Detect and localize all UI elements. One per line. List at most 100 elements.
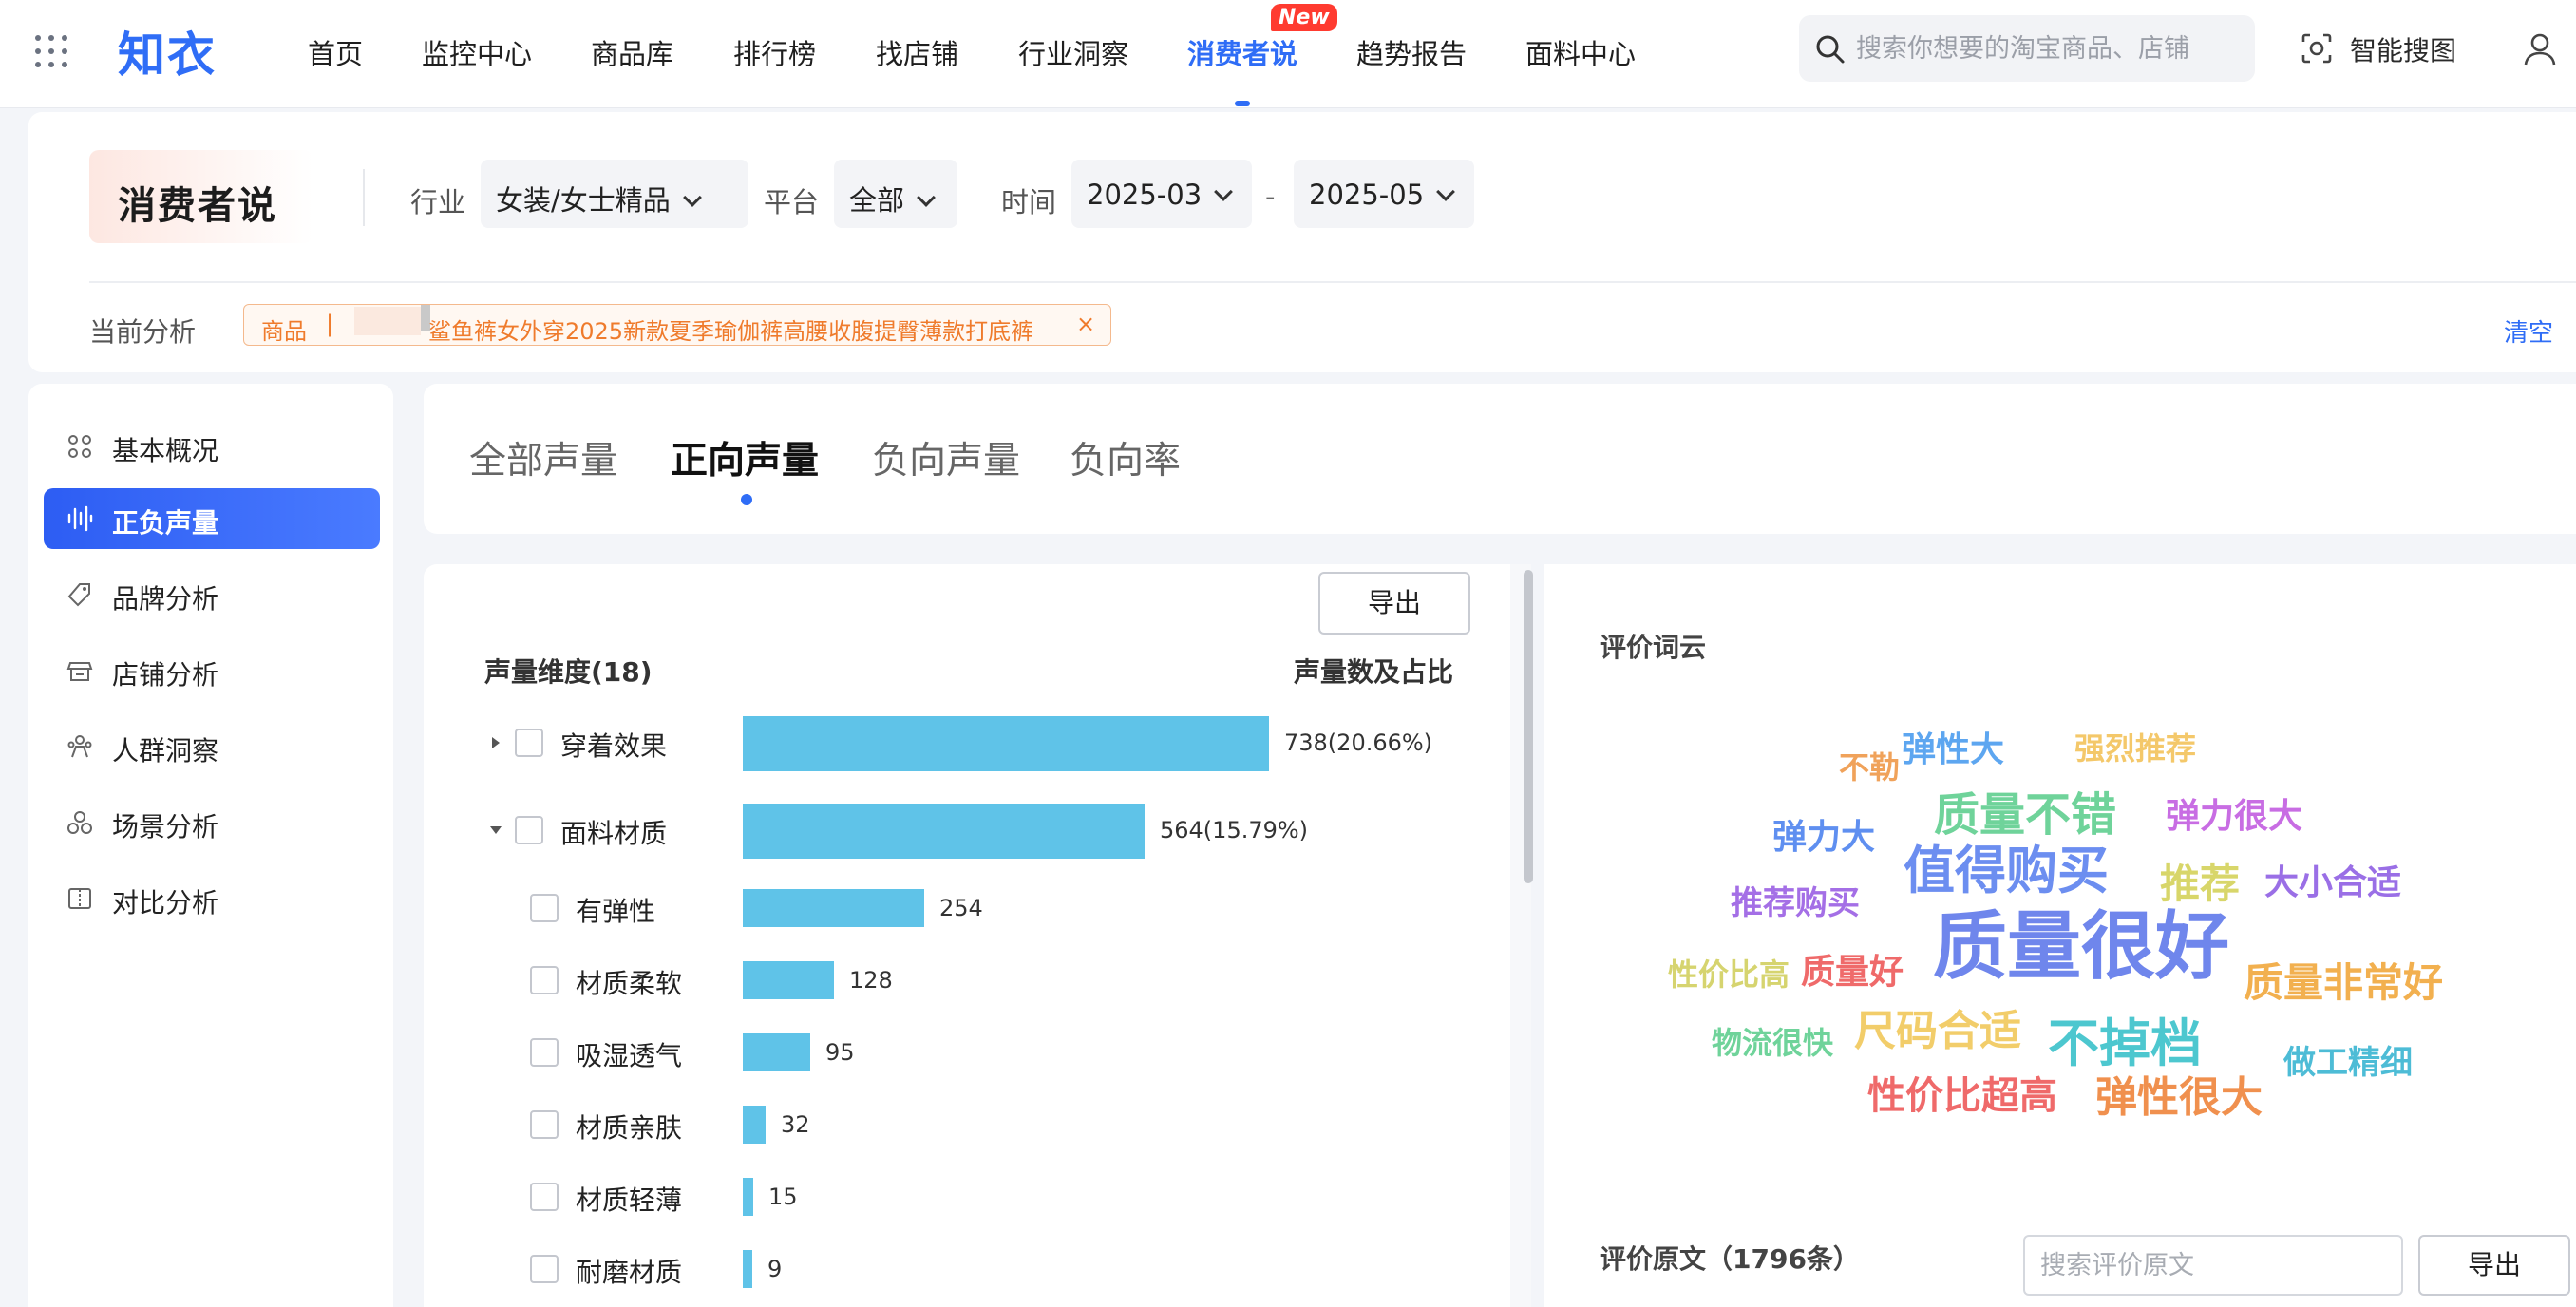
word-cloud-term[interactable]: 质量很好 [1933,910,2229,984]
tag-product-name: 鲨鱼裤女外穿2025新款夏季瑜伽裤高腰收腹提臀薄款打底裤 [428,318,1034,345]
word-cloud-term[interactable]: 强烈推荐 [2074,733,2196,764]
sound-wave-icon [67,505,93,532]
active-nav-indicator [1235,101,1250,106]
platform-select[interactable]: 全部 [834,160,957,228]
volume-value-label: 564(15.79%) [1160,817,1309,843]
word-cloud-term[interactable]: 质量非常好 [2244,963,2443,1003]
row-checkbox[interactable] [530,894,559,922]
dimension-label: 有弹性 [576,896,656,927]
word-cloud-term[interactable]: 大小合适 [2264,866,2401,900]
nav-fabric-center[interactable]: 面料中心 [1525,32,1636,72]
word-cloud-term[interactable]: 性价比超高 [1867,1077,2057,1115]
value-header: 声量数及占比 [1294,656,1454,688]
volume-value-label: 9 [767,1256,783,1282]
tab-negative-volume[interactable]: 负向声量 [872,431,1020,484]
time-separator: - [1265,180,1276,213]
word-cloud-term[interactable]: 弹力大 [1772,821,1875,855]
volume-value-label: 32 [781,1111,810,1138]
new-badge: New [1271,4,1337,31]
volume-bar [743,1106,766,1144]
sidebar-item-overview[interactable]: 基本概况 [44,416,380,477]
nav-consumer-voice[interactable]: 消费者说 [1187,32,1297,72]
volume-bar [743,716,1269,771]
word-cloud-term[interactable]: 值得购买 [1904,845,2109,897]
row-checkbox[interactable] [530,1255,559,1283]
export-button[interactable]: 导出 [1318,572,1470,635]
chevron-down-icon [917,188,936,207]
scrollbar-thumb[interactable] [1524,570,1533,883]
row-checkbox[interactable] [530,1038,559,1067]
volume-bar [743,1250,752,1288]
page-title: 消费者说 [89,150,313,243]
word-cloud-term[interactable]: 弹性大 [1902,733,2004,767]
nav-product-library[interactable]: 商品库 [591,32,673,72]
nav-trend-report[interactable]: 趋势报告 [1356,32,1467,72]
tab-positive-volume[interactable]: 正向声量 [671,431,819,484]
word-cloud-term[interactable]: 不掉档 [2048,1018,2202,1070]
word-cloud-term[interactable]: 质量不错 [1934,792,2116,838]
row-checkbox[interactable] [530,966,559,994]
review-search-input[interactable] [2025,1237,2401,1294]
tag-category: 商品 [261,318,307,345]
tag-close-icon[interactable]: × [1076,311,1095,337]
volume-bar [743,804,1145,859]
brand-logo[interactable]: 知衣 [118,17,217,85]
row-checkbox[interactable] [515,816,543,844]
row-checkbox[interactable] [530,1183,559,1211]
time-end-select[interactable]: 2025-05 [1294,160,1474,228]
sidebar-item-audience[interactable]: 人群洞察 [44,716,380,777]
time-start-select[interactable]: 2025-03 [1071,160,1252,228]
word-cloud-term[interactable]: 质量好 [1801,956,1904,990]
tag-icon [67,583,90,607]
time-label: 时间 [1001,186,1057,218]
sidebar-item-scene[interactable]: 场景分析 [44,792,380,853]
review-search[interactable] [2023,1235,2403,1296]
word-cloud-term[interactable]: 物流很快 [1712,1028,1833,1058]
word-cloud-term[interactable]: 性价比高 [1668,959,1790,990]
global-search-input[interactable] [1856,15,2245,82]
row-checkbox[interactable] [530,1110,559,1139]
row-checkbox[interactable] [515,729,543,757]
user-icon[interactable] [2523,32,2557,66]
current-analysis-label: 当前分析 [89,316,197,348]
word-cloud-term[interactable]: 弹性很大 [2095,1077,2263,1119]
word-cloud-term[interactable]: 尺码合适 [1854,1011,2021,1052]
image-search-label: 智能搜图 [2350,35,2457,66]
word-cloud-term[interactable]: 弹力很大 [2166,800,2302,834]
word-cloud-term[interactable]: 推荐购买 [1731,887,1860,919]
sidebar-item-brand[interactable]: 品牌分析 [44,564,380,625]
nav-find-shops[interactable]: 找店铺 [876,32,958,72]
image-search-button[interactable]: 智能搜图 [2301,30,2456,68]
volume-value-label: 738(20.66%) [1284,729,1433,756]
platform-label: 平台 [764,186,820,218]
nav-industry-insight[interactable]: 行业洞察 [1018,32,1128,72]
tab-negative-rate[interactable]: 负向率 [1070,431,1181,484]
sidebar-item-label: 基本概况 [112,435,219,466]
sidebar-item-sentiment-volume[interactable]: 正负声量 [44,488,380,549]
review-export-button[interactable]: 导出 [2418,1235,2570,1296]
apps-grid-icon[interactable] [34,34,68,68]
divider [89,281,2576,283]
sidebar: 基本概况 正负声量 品牌分析 店铺分析 人群洞察 场景分析 对比分析 [28,384,393,1307]
nav-monitor-center[interactable]: 监控中心 [422,32,532,72]
tab-all-volume[interactable]: 全部声量 [469,431,617,484]
clear-button[interactable]: 清空 [2504,313,2553,349]
nav-home[interactable]: 首页 [308,32,363,72]
sidebar-item-label: 场景分析 [112,811,219,843]
sidebar-item-store[interactable]: 店铺分析 [44,640,380,701]
nav-rankings[interactable]: 排行榜 [733,32,816,72]
sidebar-item-compare[interactable]: 对比分析 [44,868,380,929]
collapse-toggle-icon[interactable] [490,826,502,834]
global-search[interactable] [1799,15,2255,82]
industry-select[interactable]: 女装/女士精品 [481,160,748,228]
word-cloud-term[interactable]: 做工精细 [2283,1047,2413,1079]
scene-icon [67,811,92,834]
dimension-label: 材质轻薄 [576,1184,683,1216]
dimension-label: 穿着效果 [560,730,668,762]
word-cloud-term[interactable]: 推荐 [2160,864,2240,904]
filter-panel: 消费者说 行业 女装/女士精品 平台 全部 时间 2025-03 - 2025-… [28,112,2576,372]
word-cloud-term[interactable]: 不勒 [1839,752,1900,783]
volume-value-label: 15 [768,1184,798,1210]
expand-toggle-icon[interactable] [492,737,500,748]
sidebar-item-label: 人群洞察 [112,735,219,767]
